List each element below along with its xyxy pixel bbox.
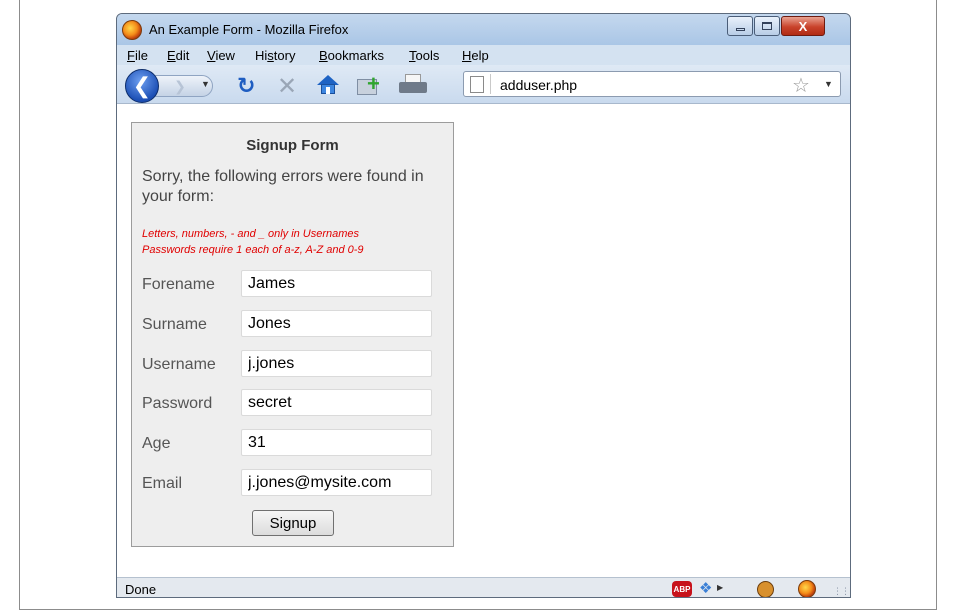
menu-help-mnemonic: H — [462, 48, 472, 63]
menu-help-label: elp — [471, 48, 489, 63]
navigation-toolbar: ❮ ❯ ▼ ↻ ✕ + adduser.php ☆ ▼ — [117, 65, 850, 103]
password-field[interactable] — [241, 389, 432, 416]
firefox-status-icon[interactable] — [798, 580, 816, 597]
extension-icon[interactable]: ❖ — [699, 579, 712, 597]
error-item: Passwords require 1 each of a-z, A-Z and… — [142, 244, 364, 256]
extension-dropdown-icon[interactable]: ▶ — [717, 583, 723, 592]
page-border-left — [19, 0, 20, 610]
error-list: Letters, numbers, - and _ only in Userna… — [142, 226, 452, 258]
menu-view-label: iew — [215, 48, 235, 63]
close-icon: X — [798, 18, 808, 34]
firefox-window: An Example Form - Mozilla Firefox X File… — [116, 13, 851, 598]
username-label: Username — [142, 356, 216, 373]
adblock-icon[interactable]: ABP — [672, 581, 692, 597]
menu-bookmarks-label: ookmarks — [327, 48, 385, 63]
home-door — [326, 87, 330, 94]
home-icon[interactable] — [317, 75, 339, 95]
username-field[interactable] — [241, 350, 432, 377]
form-title: Signup Form — [246, 137, 339, 154]
history-dropdown-icon[interactable]: ▼ — [201, 79, 210, 89]
menu-file-label: ile — [134, 48, 148, 63]
new-bookmark-icon[interactable]: + — [357, 73, 383, 97]
address-text[interactable]: adduser.php — [500, 77, 577, 93]
bookmark-star-icon[interactable]: ☆ — [792, 73, 810, 98]
menu-history[interactable]: History — [255, 48, 295, 63]
menu-edit-mnemonic: E — [167, 48, 176, 63]
menu-bookmarks[interactable]: Bookmarks — [319, 48, 384, 63]
minimize-icon — [735, 27, 745, 31]
title-bar[interactable]: An Example Form - Mozilla Firefox X — [117, 14, 850, 45]
menu-help[interactable]: Help — [462, 48, 489, 63]
bookmark-plus: + — [367, 71, 380, 96]
menu-file[interactable]: File — [127, 48, 148, 63]
email-field[interactable] — [241, 469, 432, 496]
maximize-icon — [762, 22, 772, 30]
surname-label: Surname — [142, 316, 207, 333]
status-bar: Done ABP ❖ ▶ ⋮⋮ — [117, 577, 850, 597]
forename-label: Forename — [142, 276, 215, 293]
surname-field[interactable] — [241, 310, 432, 337]
minimize-button[interactable] — [727, 16, 753, 36]
menu-bookmarks-mnemonic: B — [319, 48, 328, 63]
menu-bar: File Edit View History Bookmarks Tools H… — [117, 45, 850, 65]
status-text: Done — [125, 582, 157, 597]
signup-form: Signup Form Sorry, the following errors … — [131, 122, 454, 547]
age-label: Age — [142, 435, 171, 452]
email-label: Email — [142, 475, 183, 492]
print-icon[interactable] — [399, 74, 427, 96]
forward-arrow-icon[interactable]: ❯ — [171, 77, 189, 95]
window-title: An Example Form - Mozilla Firefox — [149, 22, 349, 37]
resize-grip-icon[interactable]: ⋮⋮ — [833, 586, 850, 597]
menu-tools[interactable]: Tools — [409, 48, 439, 63]
menu-edit[interactable]: Edit — [167, 48, 189, 63]
greasemonkey-icon[interactable] — [757, 581, 774, 597]
maximize-button[interactable] — [754, 16, 780, 36]
address-bar[interactable]: adduser.php ☆ ▼ — [463, 71, 841, 97]
signup-button[interactable]: Signup — [252, 510, 334, 536]
firefox-logo-icon — [122, 20, 142, 40]
page-icon — [470, 76, 484, 93]
page-border-right — [936, 0, 937, 610]
error-item: Letters, numbers, - and _ only in Userna… — [142, 228, 360, 240]
printer-body — [399, 82, 427, 93]
age-field[interactable] — [241, 429, 432, 456]
page-content: Signup Form Sorry, the following errors … — [117, 103, 850, 577]
address-separator — [490, 74, 491, 94]
menu-history-label: tory — [273, 48, 296, 63]
back-arrow-icon[interactable]: ❮ — [125, 69, 159, 103]
menu-view[interactable]: View — [207, 48, 235, 63]
reload-icon[interactable]: ↻ — [237, 73, 255, 99]
forename-field[interactable] — [241, 270, 432, 297]
menu-tools-label: ools — [415, 48, 440, 63]
menu-history-prefix: Hi — [255, 48, 268, 63]
close-button[interactable]: X — [781, 16, 825, 36]
error-intro: Sorry, the following errors were found i… — [142, 168, 424, 205]
stop-icon[interactable]: ✕ — [277, 72, 297, 101]
address-dropdown-icon[interactable]: ▼ — [824, 79, 833, 89]
menu-edit-label: dit — [175, 48, 190, 63]
menu-file-mnemonic: F — [127, 48, 135, 63]
password-label: Password — [142, 395, 213, 412]
